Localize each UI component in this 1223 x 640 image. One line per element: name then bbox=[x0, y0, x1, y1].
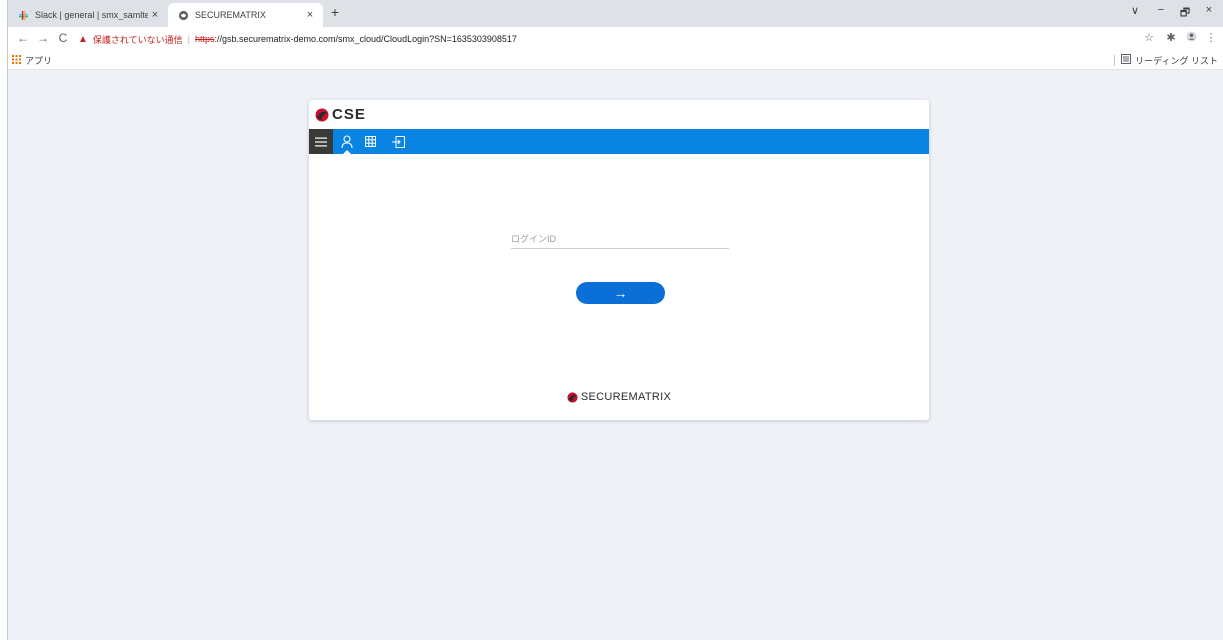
extensions-icon[interactable]: ✱ bbox=[1164, 31, 1178, 44]
new-tab-button[interactable]: + bbox=[326, 4, 344, 20]
warning-icon: ▲ bbox=[78, 33, 88, 45]
forward-button[interactable]: → bbox=[36, 31, 50, 45]
tab-title: SECUREMATRIX bbox=[195, 10, 266, 20]
reading-list-label: リーディング リスト bbox=[1135, 56, 1218, 66]
reload-button[interactable]: C bbox=[56, 31, 70, 45]
tab-close-icon[interactable]: × bbox=[303, 9, 317, 21]
card-nav-bar bbox=[309, 129, 929, 154]
apps-shortcut[interactable]: アプリ bbox=[12, 54, 52, 67]
login-submit-button[interactable]: → bbox=[576, 282, 665, 304]
security-warning[interactable]: 保護されていない通信 bbox=[93, 33, 183, 46]
card-header: CSE bbox=[309, 100, 929, 129]
menu-icon[interactable]: ⋮ bbox=[1204, 31, 1218, 44]
cse-logo-icon bbox=[315, 108, 329, 121]
user-icon[interactable] bbox=[336, 129, 358, 154]
securematrix-logo-icon bbox=[567, 391, 578, 403]
bookmarks-divider bbox=[1114, 55, 1116, 66]
restore-button[interactable]: 🗗 bbox=[1175, 4, 1195, 23]
tab-search-icon[interactable]: ∨ bbox=[1125, 4, 1145, 17]
reading-list-icon bbox=[1121, 54, 1132, 67]
slack-icon bbox=[18, 10, 29, 21]
grid-icon[interactable] bbox=[359, 129, 381, 154]
globe-icon bbox=[178, 10, 189, 21]
minimize-button[interactable]: − bbox=[1151, 4, 1171, 16]
bookmarks-bar: アプリ リーディング リスト bbox=[8, 51, 1223, 70]
tab-strip: Slack | general | smx_samltest × SECUREM… bbox=[8, 0, 1223, 27]
profile-icon[interactable] bbox=[1184, 31, 1198, 45]
reading-list[interactable]: リーディング リスト bbox=[1114, 54, 1218, 67]
tab-slack[interactable]: Slack | general | smx_samltest × bbox=[8, 3, 168, 27]
tab-title: Slack | general | smx_samltest bbox=[35, 10, 148, 20]
url-path: ://gsb.securematrix-demo.com/smx_cloud/C… bbox=[214, 34, 517, 44]
address-bar[interactable]: ▲ 保護されていない通信 | https ://gsb.securematrix… bbox=[78, 30, 1118, 48]
apps-label: アプリ bbox=[25, 56, 53, 66]
browser-window: Slack | general | smx_samltest × SECUREM… bbox=[7, 0, 1223, 640]
address-separator: | bbox=[187, 34, 190, 44]
apps-grid-icon bbox=[12, 55, 21, 66]
card-footer: SECUREMATRIX bbox=[309, 391, 929, 403]
login-icon[interactable] bbox=[387, 129, 409, 154]
footer-brand: SECUREMATRIX bbox=[580, 391, 672, 403]
star-icon[interactable]: ☆ bbox=[1142, 31, 1156, 44]
hamburger-menu-icon[interactable] bbox=[309, 129, 333, 154]
browser-toolbar: ← → C ▲ 保護されていない通信 | https ://gsb.secure… bbox=[8, 27, 1223, 51]
login-card: CSE ログインID → SECUREMATRIX bbox=[309, 100, 929, 420]
tab-securematrix[interactable]: SECUREMATRIX × bbox=[168, 3, 323, 27]
brand-name: CSE bbox=[332, 106, 366, 123]
url-scheme: https bbox=[194, 34, 215, 44]
tab-close-icon[interactable]: × bbox=[148, 9, 162, 21]
back-button[interactable]: ← bbox=[16, 31, 30, 45]
close-window-button[interactable]: × bbox=[1199, 4, 1219, 16]
login-id-input[interactable] bbox=[511, 230, 729, 249]
